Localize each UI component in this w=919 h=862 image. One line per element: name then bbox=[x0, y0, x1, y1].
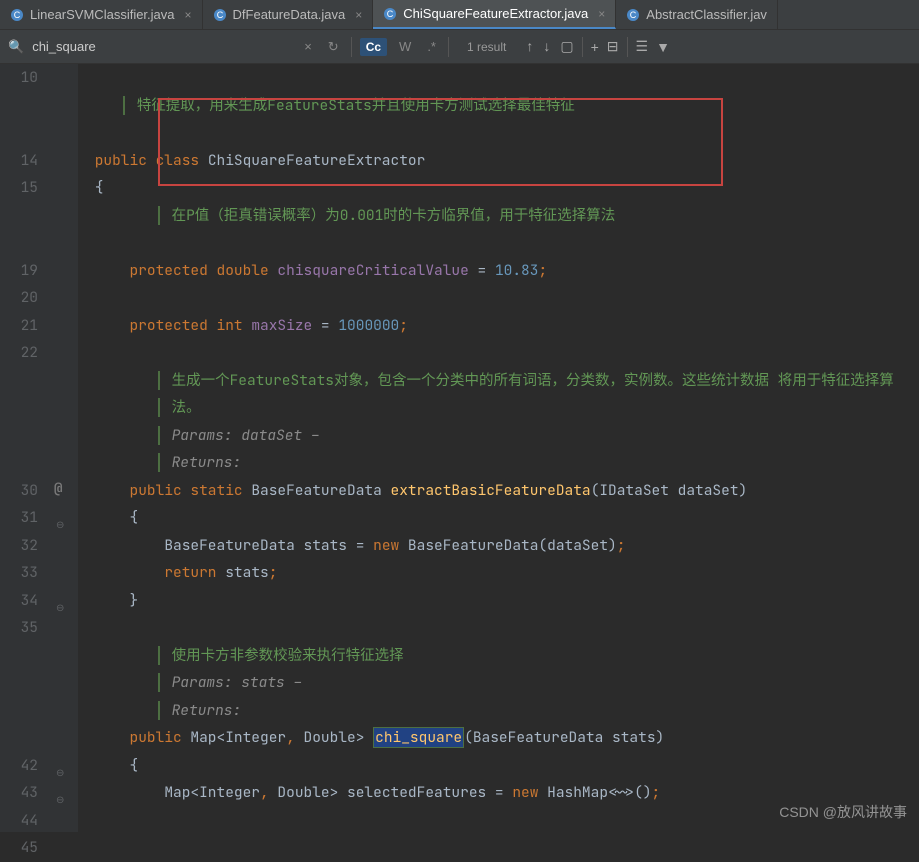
close-icon[interactable]: × bbox=[355, 8, 362, 22]
java-class-icon: C bbox=[213, 8, 227, 22]
tab-linearsvm[interactable]: C LinearSVMClassifier.java × bbox=[0, 0, 203, 29]
filter-icon[interactable]: ▼ bbox=[656, 39, 670, 55]
select-all-icon[interactable]: ▢ bbox=[560, 38, 573, 55]
close-icon[interactable]: × bbox=[598, 7, 605, 21]
fold-icon[interactable]: ⊖ bbox=[56, 786, 64, 814]
clear-search-icon[interactable]: × bbox=[300, 37, 316, 56]
add-selection-icon[interactable]: + bbox=[591, 39, 599, 55]
fold-icon[interactable]: ⊖ bbox=[56, 759, 64, 787]
java-class-icon: C bbox=[383, 7, 397, 21]
search-input[interactable] bbox=[32, 39, 292, 54]
svg-text:C: C bbox=[630, 10, 637, 20]
remove-selection-icon[interactable]: ⊟ bbox=[607, 38, 619, 55]
search-match: chi_square bbox=[373, 727, 464, 748]
tab-label: LinearSVMClassifier.java bbox=[30, 7, 175, 22]
tab-abstractclassifier[interactable]: C AbstractClassifier.jav bbox=[616, 0, 778, 29]
tab-dffeature[interactable]: C DfFeatureData.java × bbox=[203, 0, 374, 29]
tab-label: AbstractClassifier.jav bbox=[646, 7, 767, 22]
editor-tabs: C LinearSVMClassifier.java × C DfFeature… bbox=[0, 0, 919, 30]
svg-text:C: C bbox=[14, 10, 21, 20]
tab-chisquare[interactable]: C ChiSquareFeatureExtractor.java × bbox=[373, 0, 616, 29]
code-area[interactable]: 特征提取，用来生成FeatureStats并且使用卡方测试选择最佳特征 publ… bbox=[78, 64, 919, 832]
java-class-icon: C bbox=[10, 8, 24, 22]
settings-icon[interactable]: ☰ bbox=[636, 38, 649, 55]
svg-text:C: C bbox=[216, 10, 223, 20]
prev-match-icon[interactable]: ↑ bbox=[526, 38, 533, 55]
result-count: 1 result bbox=[467, 40, 506, 54]
tab-label: ChiSquareFeatureExtractor.java bbox=[403, 6, 588, 21]
tab-label: DfFeatureData.java bbox=[233, 7, 346, 22]
next-match-icon[interactable]: ↓ bbox=[543, 38, 550, 55]
annotation-marker: @ bbox=[54, 476, 62, 504]
regex-button[interactable]: .* bbox=[423, 37, 440, 56]
find-bar: 🔍 × ↻ Cc W .* 1 result ↑ ↓ ▢ + ⊟ ☰ ▼ bbox=[0, 30, 919, 64]
fold-icon[interactable]: ⊖ bbox=[56, 594, 64, 622]
fold-icon[interactable]: ⊖ bbox=[56, 511, 64, 539]
svg-text:C: C bbox=[387, 9, 394, 19]
words-button[interactable]: W bbox=[395, 37, 415, 56]
watermark: CSDN @放风讲故事 bbox=[779, 802, 907, 822]
code-editor[interactable]: 10 14 15 19 20 21 22 30 31 32 33 34 35 4… bbox=[0, 64, 919, 832]
history-icon[interactable]: ↻ bbox=[324, 37, 343, 57]
search-icon: 🔍 bbox=[8, 39, 24, 55]
line-gutter: 10 14 15 19 20 21 22 30 31 32 33 34 35 4… bbox=[0, 64, 48, 832]
close-icon[interactable]: × bbox=[185, 8, 192, 22]
fold-gutter: @ ⊖ ⊖ ⊖ ⊖ bbox=[48, 64, 78, 832]
java-class-icon: C bbox=[626, 8, 640, 22]
match-case-button[interactable]: Cc bbox=[360, 38, 387, 56]
